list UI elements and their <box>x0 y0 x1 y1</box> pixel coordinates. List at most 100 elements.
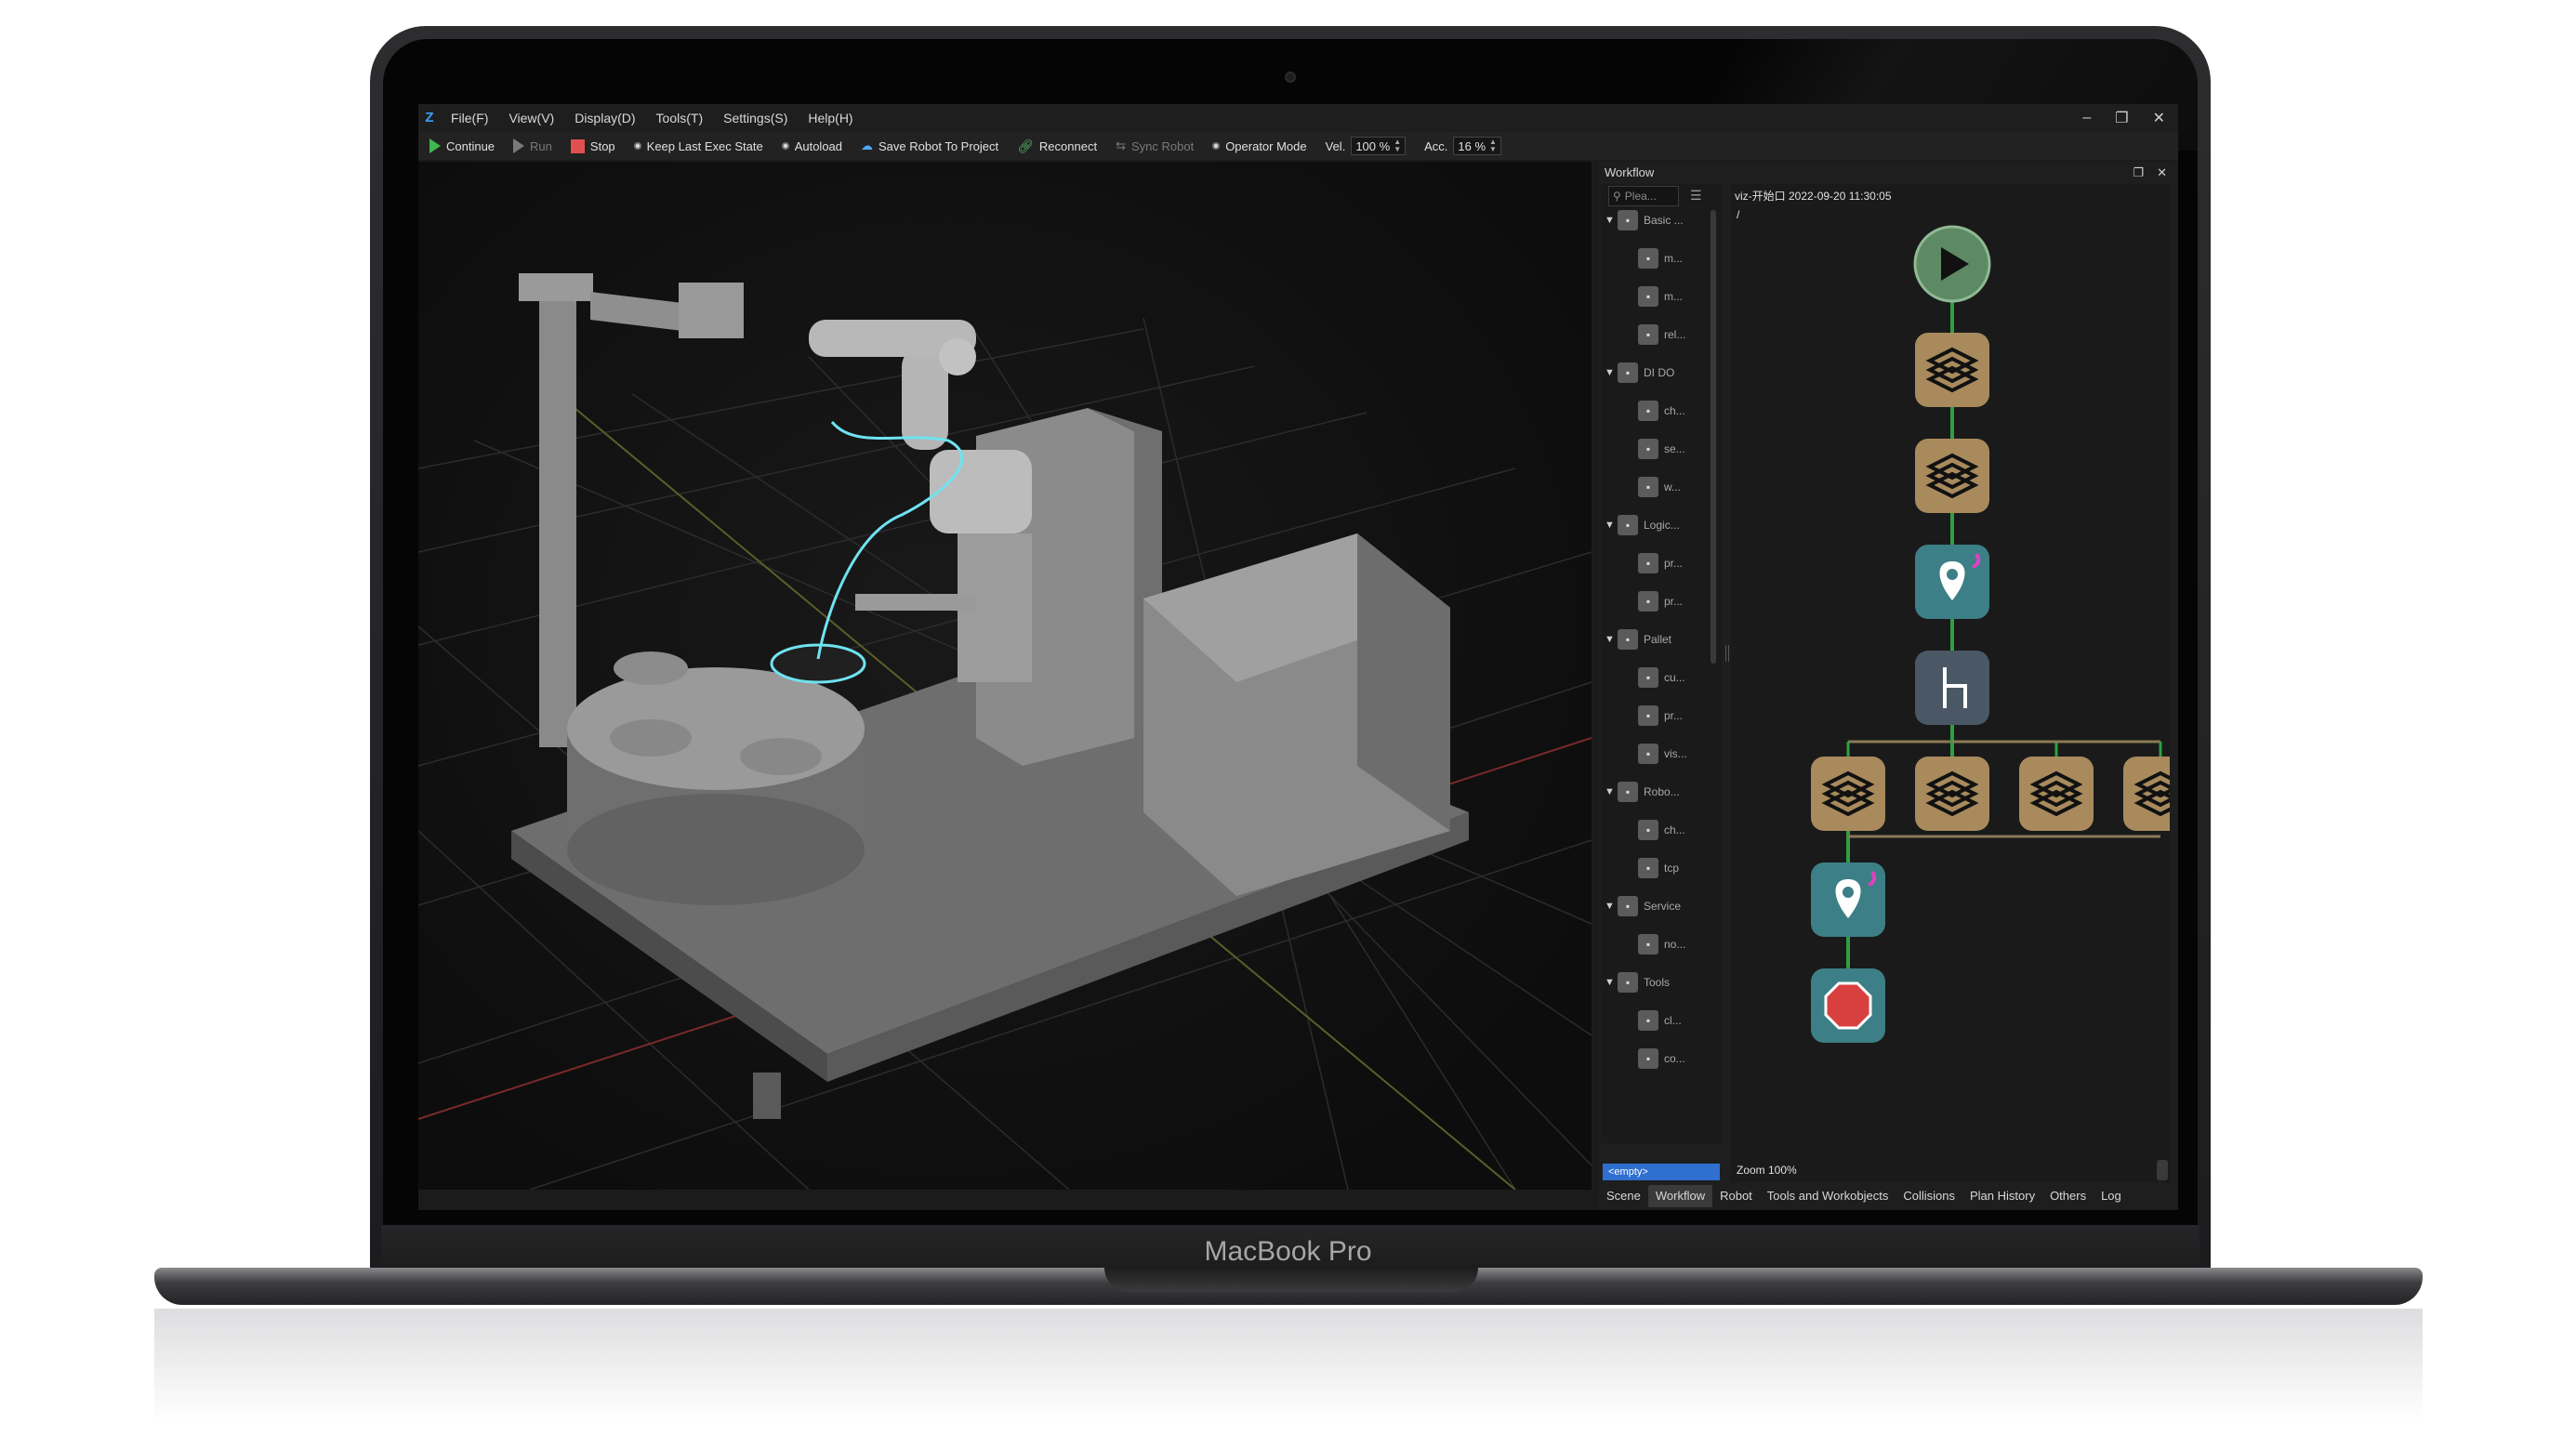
close-icon[interactable]: ✕ <box>2153 109 2165 127</box>
stop-node[interactable] <box>1811 968 1885 1043</box>
float-panel-icon[interactable]: ❐ <box>2133 162 2144 184</box>
step-node[interactable] <box>2123 757 2170 831</box>
tree-item[interactable]: ▪ cu... <box>1625 667 1685 688</box>
tab-others[interactable]: Others <box>2042 1185 2094 1207</box>
step-search-input[interactable]: ⚲ Plea... <box>1608 186 1679 206</box>
tree-item[interactable]: ▪ se... <box>1625 439 1685 459</box>
chevron-down-icon[interactable]: ▼ <box>1605 977 1618 988</box>
step-node[interactable] <box>1915 439 1989 513</box>
step-node[interactable] <box>2019 757 2094 831</box>
menu-settings[interactable]: Settings(S) <box>713 104 798 132</box>
move-node[interactable] <box>1915 545 1989 619</box>
graph-canvas <box>1811 225 2170 1043</box>
step-icon: ▪ <box>1638 858 1658 878</box>
tree-group[interactable]: ▼ ▪ Logic... <box>1605 515 1680 535</box>
step-icon: ▪ <box>1638 286 1658 307</box>
tree-group[interactable]: ▼ ▪ Service <box>1605 896 1681 916</box>
stop-octagon-icon <box>1824 981 1872 1030</box>
tree-item-label: cl... <box>1664 1014 1682 1027</box>
sync-robot-button[interactable]: ⇆ Sync Robot <box>1116 138 1194 153</box>
continue-button[interactable]: Continue <box>429 138 495 153</box>
panel-title: Workflow <box>1605 165 1655 179</box>
tab-workflow[interactable]: Workflow <box>1647 1185 1713 1207</box>
tab-collisions[interactable]: Collisions <box>1896 1185 1962 1207</box>
acc-spinbox[interactable]: 16 % ▲ ▼ <box>1453 137 1501 155</box>
restore-icon[interactable]: ❐ <box>2115 109 2128 127</box>
step-node[interactable] <box>1915 333 1989 407</box>
menu-display[interactable]: Display(D) <box>564 104 645 132</box>
tree-group[interactable]: ▼ ▪ DI DO <box>1605 362 1674 383</box>
run-button[interactable]: Run <box>513 138 552 153</box>
app-window: Z File(F) View(V) Display(D) Tools(T) Se… <box>418 104 2178 1210</box>
tree-scrollbar[interactable] <box>1711 210 1716 664</box>
save-robot-button[interactable]: ☁ Save Robot To Project <box>861 138 998 153</box>
operator-mode-toggle[interactable]: Operator Mode <box>1212 139 1307 153</box>
tree-group[interactable]: ▼ ▪ Robo... <box>1605 782 1680 802</box>
tab-log[interactable]: Log <box>2094 1185 2129 1207</box>
step-node[interactable] <box>1811 757 1885 831</box>
spin-arrows-icon[interactable]: ▲ ▼ <box>1489 138 1497 153</box>
tree-item-label: ch... <box>1664 823 1685 836</box>
spin-arrows-icon[interactable]: ▲ ▼ <box>1394 138 1401 153</box>
tree-item[interactable]: ▪ pr... <box>1625 553 1683 573</box>
menu-help[interactable]: Help(H) <box>798 104 863 132</box>
workflow-graph[interactable]: viz-开始口 2022-09-20 11:30:05 / Zoom 100% <box>1731 184 2170 1182</box>
tree-item-label: no... <box>1664 938 1686 951</box>
base-notch <box>1104 1268 1478 1292</box>
chevron-down-icon[interactable]: ▼ <box>1605 215 1618 226</box>
tree-item-label: cu... <box>1664 671 1685 684</box>
tree-item[interactable]: ▪ ch... <box>1625 401 1685 421</box>
tree-item[interactable]: ▪ rel... <box>1625 324 1685 345</box>
tree-item-label: pr... <box>1664 595 1684 608</box>
chevron-down-icon[interactable]: ▼ <box>1605 634 1618 645</box>
minimize-icon[interactable]: – <box>2082 110 2091 126</box>
tree-item[interactable]: ▪ pr... <box>1625 705 1683 726</box>
tab-tools-and-workobjects[interactable]: Tools and Workobjects <box>1760 1185 1896 1207</box>
tree-item[interactable]: ▪ tcp <box>1625 858 1679 878</box>
chevron-down-icon[interactable]: ▼ <box>1605 520 1618 531</box>
panel-splitter[interactable] <box>1725 645 1729 662</box>
radio-icon <box>781 142 789 150</box>
tree-item[interactable]: ▪ no... <box>1625 934 1685 954</box>
menu-file[interactable]: File(F) <box>441 104 498 132</box>
step-node[interactable] <box>1915 757 1989 831</box>
menu-tools[interactable]: Tools(T) <box>646 104 714 132</box>
step-icon: ▪ <box>1638 705 1658 726</box>
tree-item[interactable]: ▪ m... <box>1625 286 1683 307</box>
step-icon: ▪ <box>1618 896 1638 916</box>
zoom-scrollbar[interactable] <box>2157 1160 2168 1180</box>
vel-spinbox[interactable]: 100 % ▲ ▼ <box>1351 137 1407 155</box>
tab-plan-history[interactable]: Plan History <box>1962 1185 2042 1207</box>
run-label: Run <box>530 138 552 153</box>
keep-last-exec-state-label: Keep Last Exec State <box>646 138 763 153</box>
keep-last-exec-state-toggle[interactable]: Keep Last Exec State <box>633 138 763 153</box>
stop-button[interactable]: Stop <box>570 138 615 153</box>
tree-group[interactable]: ▼ ▪ Pallet <box>1605 629 1671 650</box>
chevron-down-icon[interactable]: ▼ <box>1605 367 1618 378</box>
tree-item[interactable]: ▪ co... <box>1625 1048 1685 1069</box>
tab-scene[interactable]: Scene <box>1599 1185 1648 1207</box>
tree-group[interactable]: ▼ ▪ Tools <box>1605 972 1670 993</box>
menu-view[interactable]: View(V) <box>498 104 564 132</box>
autoload-toggle[interactable]: Autoload <box>781 139 842 153</box>
tab-robot[interactable]: Robot <box>1712 1185 1760 1207</box>
close-panel-icon[interactable]: ✕ <box>2157 162 2167 184</box>
tree-item[interactable]: ▪ ch... <box>1625 820 1685 840</box>
tree-item[interactable]: ▪ vis... <box>1625 744 1687 764</box>
tree-item[interactable]: ▪ pr... <box>1625 591 1683 612</box>
scene-viewport[interactable] <box>418 162 1592 1190</box>
step-icon: ▪ <box>1638 744 1658 764</box>
tree-group[interactable]: ▼ ▪ Basic ... <box>1605 210 1684 230</box>
tree-empty-item[interactable]: <empty> <box>1603 1164 1720 1180</box>
chevron-down-icon[interactable]: ▼ <box>1605 901 1618 912</box>
tree-item-label: tcp <box>1664 862 1680 875</box>
reconnect-button[interactable]: 🔗︎ Reconnect <box>1017 138 1097 154</box>
chevron-down-icon[interactable]: ▼ <box>1605 786 1618 797</box>
tree-item[interactable]: ▪ m... <box>1625 248 1683 269</box>
move-node[interactable] <box>1811 862 1885 937</box>
filter-list-icon[interactable]: ☰ <box>1690 188 1702 204</box>
start-node[interactable] <box>1913 225 1991 303</box>
tree-item[interactable]: ▪ cl... <box>1625 1010 1682 1031</box>
tree-item[interactable]: ▪ w... <box>1625 477 1681 497</box>
branch-node[interactable] <box>1915 651 1989 725</box>
